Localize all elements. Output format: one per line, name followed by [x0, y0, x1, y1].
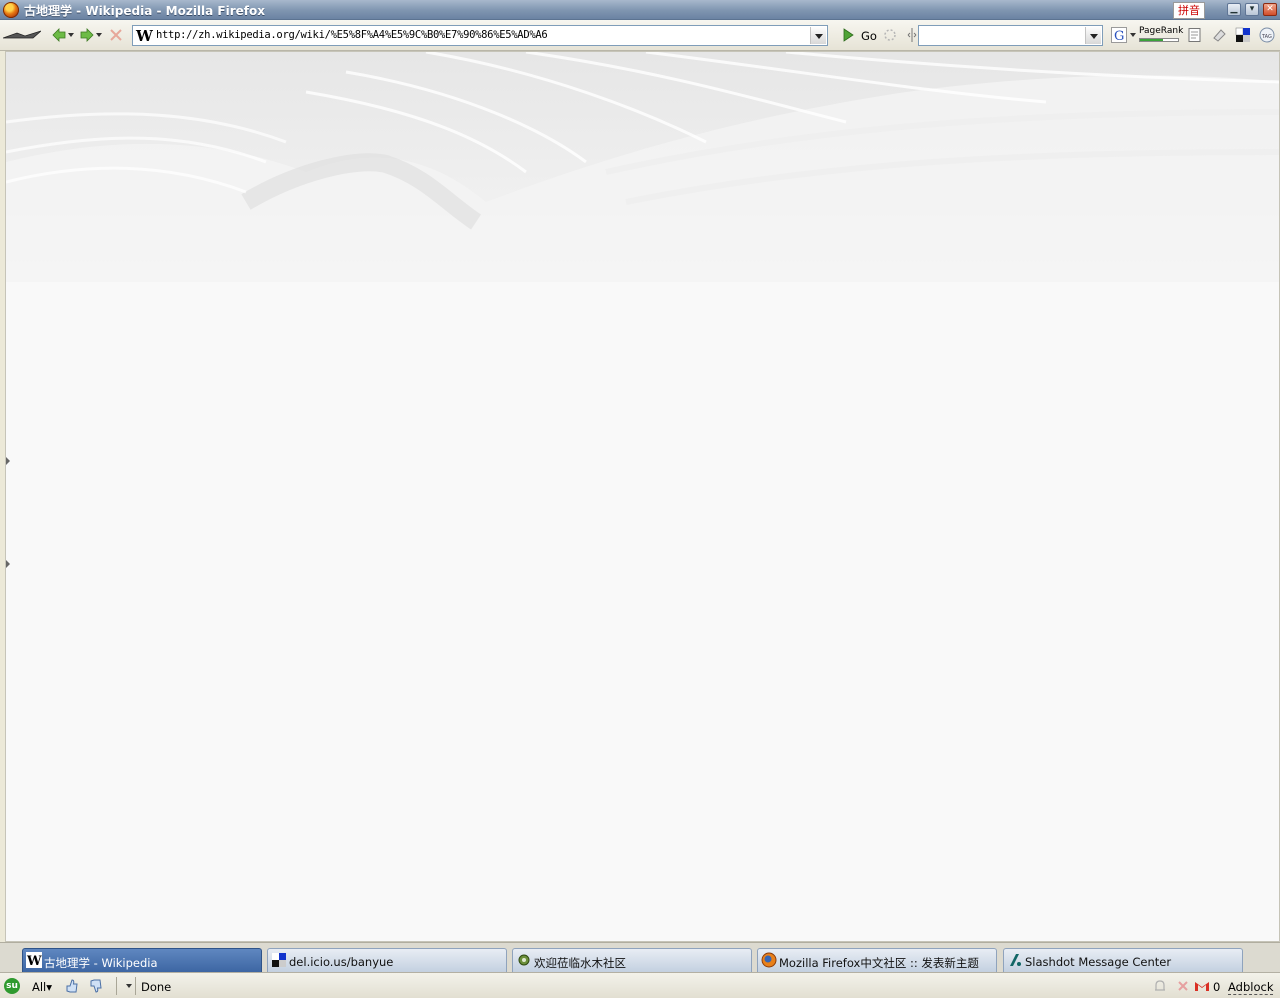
page-content[interactable] [5, 51, 1280, 942]
url-history-chevron-down-icon[interactable] [810, 27, 826, 44]
stumble-filter-dropdown[interactable]: All▾ [32, 980, 52, 994]
bell-icon[interactable] [1152, 978, 1168, 994]
firefox-icon[interactable] [3, 2, 19, 18]
tab-wikipedia[interactable]: W 古地理学 - Wikipedia [22, 948, 262, 972]
gmail-count: 0 [1213, 980, 1221, 994]
google-chevron-down-icon[interactable] [1130, 33, 1136, 37]
tab-label: Slashdot Message Center [1025, 955, 1172, 969]
eraser-icon[interactable] [1211, 27, 1227, 43]
svg-text:TAG: TAG [1261, 34, 1272, 40]
stop-icon[interactable] [108, 27, 124, 43]
delicious-icon[interactable] [1235, 27, 1251, 43]
logo-icon[interactable] [3, 30, 41, 40]
search-input[interactable] [918, 25, 1103, 46]
minimize-button[interactable]: ▁ [1227, 3, 1241, 16]
url-bar[interactable]: W http://zh.wikipedia.org/wiki/%E5%8F%A4… [132, 25, 828, 46]
status-text: Done [141, 980, 172, 994]
google-icon[interactable]: G [1111, 27, 1127, 43]
forward-history-chevron-down-icon[interactable] [96, 33, 102, 37]
svg-text:G: G [1114, 29, 1124, 43]
navigation-toolbar: W http://zh.wikipedia.org/wiki/%E5%8F%A4… [0, 20, 1280, 51]
tab-delicious[interactable]: del.icio.us/banyue [267, 948, 507, 972]
adblock-button[interactable]: Adblock [1228, 980, 1274, 995]
gmail-icon[interactable] [1194, 978, 1210, 994]
throbber-icon [884, 29, 896, 41]
back-history-chevron-down-icon[interactable] [68, 33, 74, 37]
forward-icon[interactable] [79, 27, 95, 43]
close-icon[interactable] [1175, 978, 1191, 994]
pagerank-fill [1140, 39, 1163, 41]
firefox-icon [761, 952, 777, 968]
maximize-button[interactable]: ▾ [1245, 3, 1259, 16]
tab-label: 古地理学 - Wikipedia [44, 956, 158, 970]
wikipedia-icon: W [136, 27, 153, 45]
go-icon[interactable] [840, 27, 856, 43]
status-menu-chevron-down-icon[interactable] [126, 984, 132, 988]
window-title: 古地理学 - Wikipedia - Mozilla Firefox [24, 4, 266, 18]
back-icon[interactable] [51, 27, 67, 43]
tag-icon[interactable]: TAG [1259, 27, 1275, 43]
status-bar: su All▾ Done 0 Adblock [0, 972, 1280, 998]
go-button[interactable]: Go [861, 29, 877, 43]
pagerank-label: PageRank [1139, 26, 1184, 36]
window-title-bar[interactable]: 古地理学 - Wikipedia - Mozilla Firefox 拼音 ▁ … [0, 0, 1280, 20]
tab-label: del.icio.us/banyue [289, 955, 394, 969]
book-pages-background-image [6, 52, 1279, 282]
sidebar-splitter-icon[interactable] [6, 457, 10, 465]
tab-label: Mozilla Firefox中文社区 :: 发表新主题 [779, 956, 979, 970]
pagerank-bar [1139, 38, 1179, 42]
delicious-icon [272, 953, 286, 967]
wikipedia-icon: W [26, 952, 42, 968]
status-divider [116, 977, 117, 995]
close-button[interactable]: ✕ [1263, 3, 1277, 16]
tab-strip: W 古地理学 - Wikipedia del.icio.us/banyue 欢迎… [0, 942, 1280, 972]
notes-icon[interactable] [1187, 27, 1203, 43]
thumbs-down-icon[interactable] [88, 978, 104, 994]
thumbs-up-icon[interactable] [64, 978, 80, 994]
url-input[interactable]: http://zh.wikipedia.org/wiki/%E5%8F%A4%E… [156, 29, 548, 41]
ime-pinyin-badge[interactable]: 拼音 [1173, 2, 1205, 19]
tab-firefox-forum[interactable]: Mozilla Firefox中文社区 :: 发表新主题 [757, 948, 997, 972]
sidebar-splitter-icon[interactable] [6, 560, 10, 568]
svg-text:W: W [26, 954, 42, 968]
tab-slashdot[interactable]: Slashdot Message Center [1003, 948, 1243, 972]
search-chevron-down-icon[interactable] [1085, 27, 1101, 44]
gear-icon [518, 954, 530, 966]
status-divider [135, 977, 136, 995]
tab-newsmth[interactable]: 欢迎莅临水木社区 [512, 948, 752, 972]
stumbleupon-icon[interactable]: su [4, 978, 20, 994]
tab-label: 欢迎莅临水木社区 [534, 956, 626, 970]
slashdot-icon [1010, 954, 1021, 966]
